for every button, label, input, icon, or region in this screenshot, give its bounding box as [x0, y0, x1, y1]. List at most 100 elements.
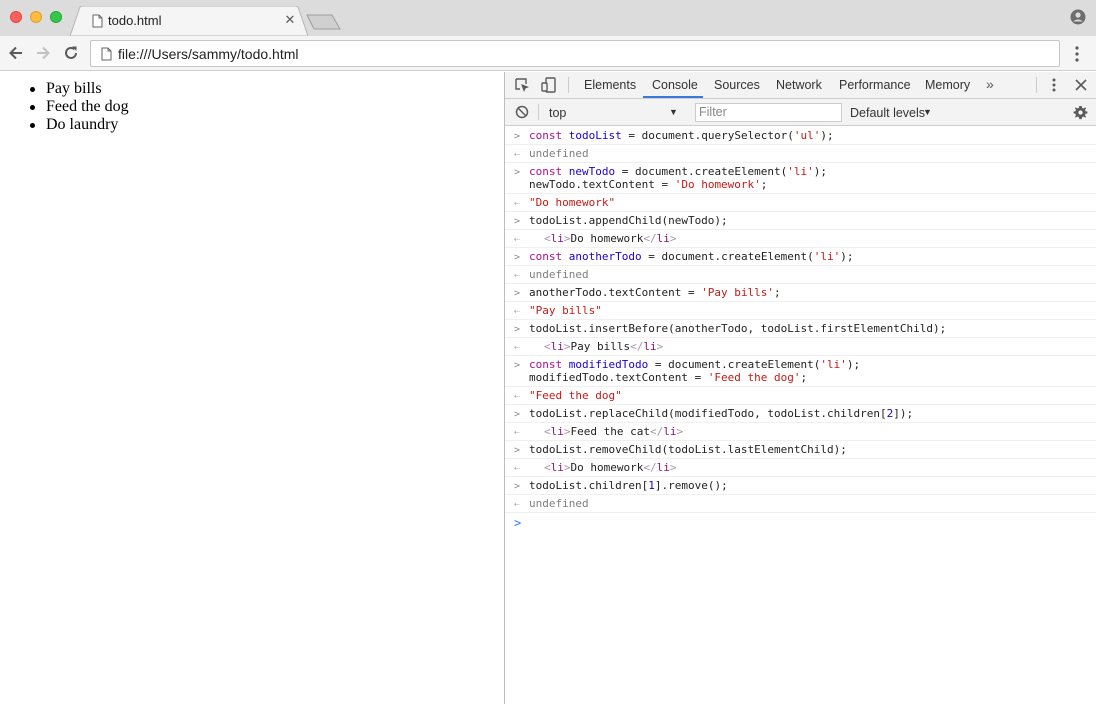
console-result-row: ⇠ undefined — [505, 145, 1096, 163]
result-value: "Feed the dog" — [529, 389, 622, 402]
console-input-row[interactable]: > todoList.removeChild(todoList.lastEleme… — [505, 441, 1096, 459]
console-input-row[interactable]: > const newTodo = document.createElement(… — [505, 163, 1096, 194]
console-prompt[interactable]: > — [505, 513, 1096, 533]
prompt-chevron-icon: > — [514, 516, 522, 530]
tab-elements[interactable]: Elements — [584, 78, 636, 92]
result-arrow-icon: ⇠ — [514, 234, 521, 245]
tab-title: todo.html — [108, 13, 162, 28]
browser-tab[interactable]: todo.html ✕ — [70, 6, 308, 36]
input-chevron-icon: > — [514, 288, 521, 299]
input-chevron-icon: > — [514, 445, 521, 456]
code-text: ); — [813, 165, 828, 178]
result-tag[interactable]: <li> — [544, 425, 571, 438]
address-bar[interactable]: file:///Users/sammy/todo.html — [90, 40, 1060, 67]
console-input-row[interactable]: > const modifiedTodo = document.createEle… — [505, 356, 1096, 387]
tab-console[interactable]: Console — [652, 78, 698, 92]
console-input-row[interactable]: > todoList.replaceChild(modifiedTodo, tod… — [505, 405, 1096, 423]
code-text: ].remove(); — [654, 479, 728, 492]
close-icon[interactable] — [1073, 77, 1089, 93]
tab-sources[interactable]: Sources — [714, 78, 760, 92]
chevron-down-icon[interactable]: ▼ — [923, 107, 932, 117]
document-icon — [92, 14, 103, 28]
input-chevron-icon: > — [514, 252, 521, 263]
result-tag[interactable]: <li> — [544, 232, 571, 245]
tab-performance[interactable]: Performance — [839, 78, 911, 92]
result-tag: </li> — [643, 461, 677, 474]
reload-icon[interactable] — [62, 44, 80, 62]
result-arrow-icon: ⇠ — [514, 499, 521, 510]
window-minimize-button[interactable] — [30, 11, 42, 23]
input-chevron-icon: > — [514, 167, 521, 178]
code-text: todoList.children[ — [529, 479, 649, 492]
window-close-button[interactable] — [10, 11, 22, 23]
code-text: todoList.removeChild(todoList.lastElemen… — [529, 443, 847, 456]
result-text: Do homework — [570, 461, 644, 474]
result-tag: </li> — [630, 340, 664, 353]
result-arrow-icon: ⇠ — [514, 306, 521, 317]
result-tag[interactable]: <li> — [544, 461, 571, 474]
tab-network[interactable]: Network — [776, 78, 822, 92]
chevron-down-icon[interactable]: ▼ — [669, 107, 678, 117]
code-text: ; — [800, 371, 808, 384]
console-result-row: ⇠ "Feed the dog" — [505, 387, 1096, 405]
profile-icon[interactable] — [1070, 9, 1086, 25]
code-keyword: const — [529, 165, 563, 178]
result-tag[interactable]: <li> — [544, 340, 571, 353]
code-text: modifiedTodo.textContent = — [529, 371, 708, 384]
console-input-row[interactable]: > todoList.appendChild(newTodo); — [505, 212, 1096, 230]
gear-icon[interactable] — [1073, 105, 1088, 120]
console-input-row[interactable]: > todoList.insertBefore(anotherTodo, todo… — [505, 320, 1096, 338]
clear-console-icon[interactable] — [515, 105, 529, 119]
tab-memory[interactable]: Memory — [925, 78, 970, 92]
log-levels-dropdown[interactable]: Default levels — [850, 106, 925, 120]
console-input-row[interactable]: > const anotherTodo = document.createElem… — [505, 248, 1096, 266]
code-text: ); — [820, 129, 834, 142]
console-result-row: ⇠ <li>Do homework</li> — [505, 230, 1096, 248]
code-text: = document.createElement( — [641, 250, 814, 263]
code-text: todoList.insertBefore(anotherTodo, todoL… — [529, 322, 947, 335]
inspect-element-icon[interactable] — [514, 77, 530, 93]
result-arrow-icon: ⇠ — [514, 427, 521, 438]
result-arrow-icon: ⇠ — [514, 342, 521, 353]
list-item: Feed the dog — [30, 98, 129, 115]
todo-list: Pay bills Feed the dog Do laundry — [30, 80, 129, 134]
input-chevron-icon: > — [514, 360, 521, 371]
code-number: 1 — [648, 479, 655, 492]
devtools-tab-bar: Elements Console Sources Network Perform… — [505, 72, 1096, 99]
context-selector[interactable]: top — [549, 106, 566, 120]
list-item: Do laundry — [30, 116, 129, 134]
code-text: newTodo.textContent = — [529, 178, 675, 191]
result-arrow-icon: ⇠ — [514, 149, 521, 160]
result-value: undefined — [529, 497, 589, 510]
devtools-menu-icon[interactable] — [1046, 77, 1062, 93]
console-result-row: ⇠ undefined — [505, 495, 1096, 513]
forward-arrow-icon[interactable] — [34, 44, 52, 62]
result-tag: </li> — [649, 425, 684, 438]
console-result-row: ⇠ <li>Feed the cat</li> — [505, 423, 1096, 441]
menu-dots-icon[interactable] — [1071, 45, 1083, 63]
code-text: ; — [760, 178, 768, 191]
list-item: Pay bills — [30, 80, 129, 98]
result-text: Pay bills — [570, 340, 631, 353]
tab-close-icon[interactable]: ✕ — [284, 13, 296, 26]
window-maximize-button[interactable] — [50, 11, 62, 23]
page-icon — [101, 47, 112, 61]
console-input-row[interactable]: > const todoList = document.querySelector… — [505, 127, 1096, 145]
result-arrow-icon: ⇠ — [514, 270, 521, 281]
code-text: ]); — [893, 407, 914, 420]
url-text[interactable]: file:///Users/sammy/todo.html — [118, 46, 299, 62]
console-output: > const todoList = document.querySelector… — [505, 127, 1096, 533]
back-arrow-icon[interactable] — [7, 44, 25, 62]
filter-input[interactable]: Filter — [695, 103, 842, 122]
console-input-row[interactable]: > anotherTodo.textContent = 'Pay bills'; — [505, 284, 1096, 302]
result-text: Do homework — [570, 232, 644, 245]
device-toolbar-icon[interactable] — [541, 77, 557, 93]
code-text: ); — [846, 358, 861, 371]
console-result-row: ⇠ undefined — [505, 266, 1096, 284]
more-tabs-icon[interactable]: » — [986, 76, 994, 92]
code-string: 'Do homework' — [674, 178, 761, 191]
code-text: ); — [840, 250, 854, 263]
new-tab-button[interactable] — [306, 14, 342, 30]
console-input-row[interactable]: > todoList.children[1].remove(); — [505, 477, 1096, 495]
devtools-panel: Elements Console Sources Network Perform… — [504, 72, 1096, 704]
